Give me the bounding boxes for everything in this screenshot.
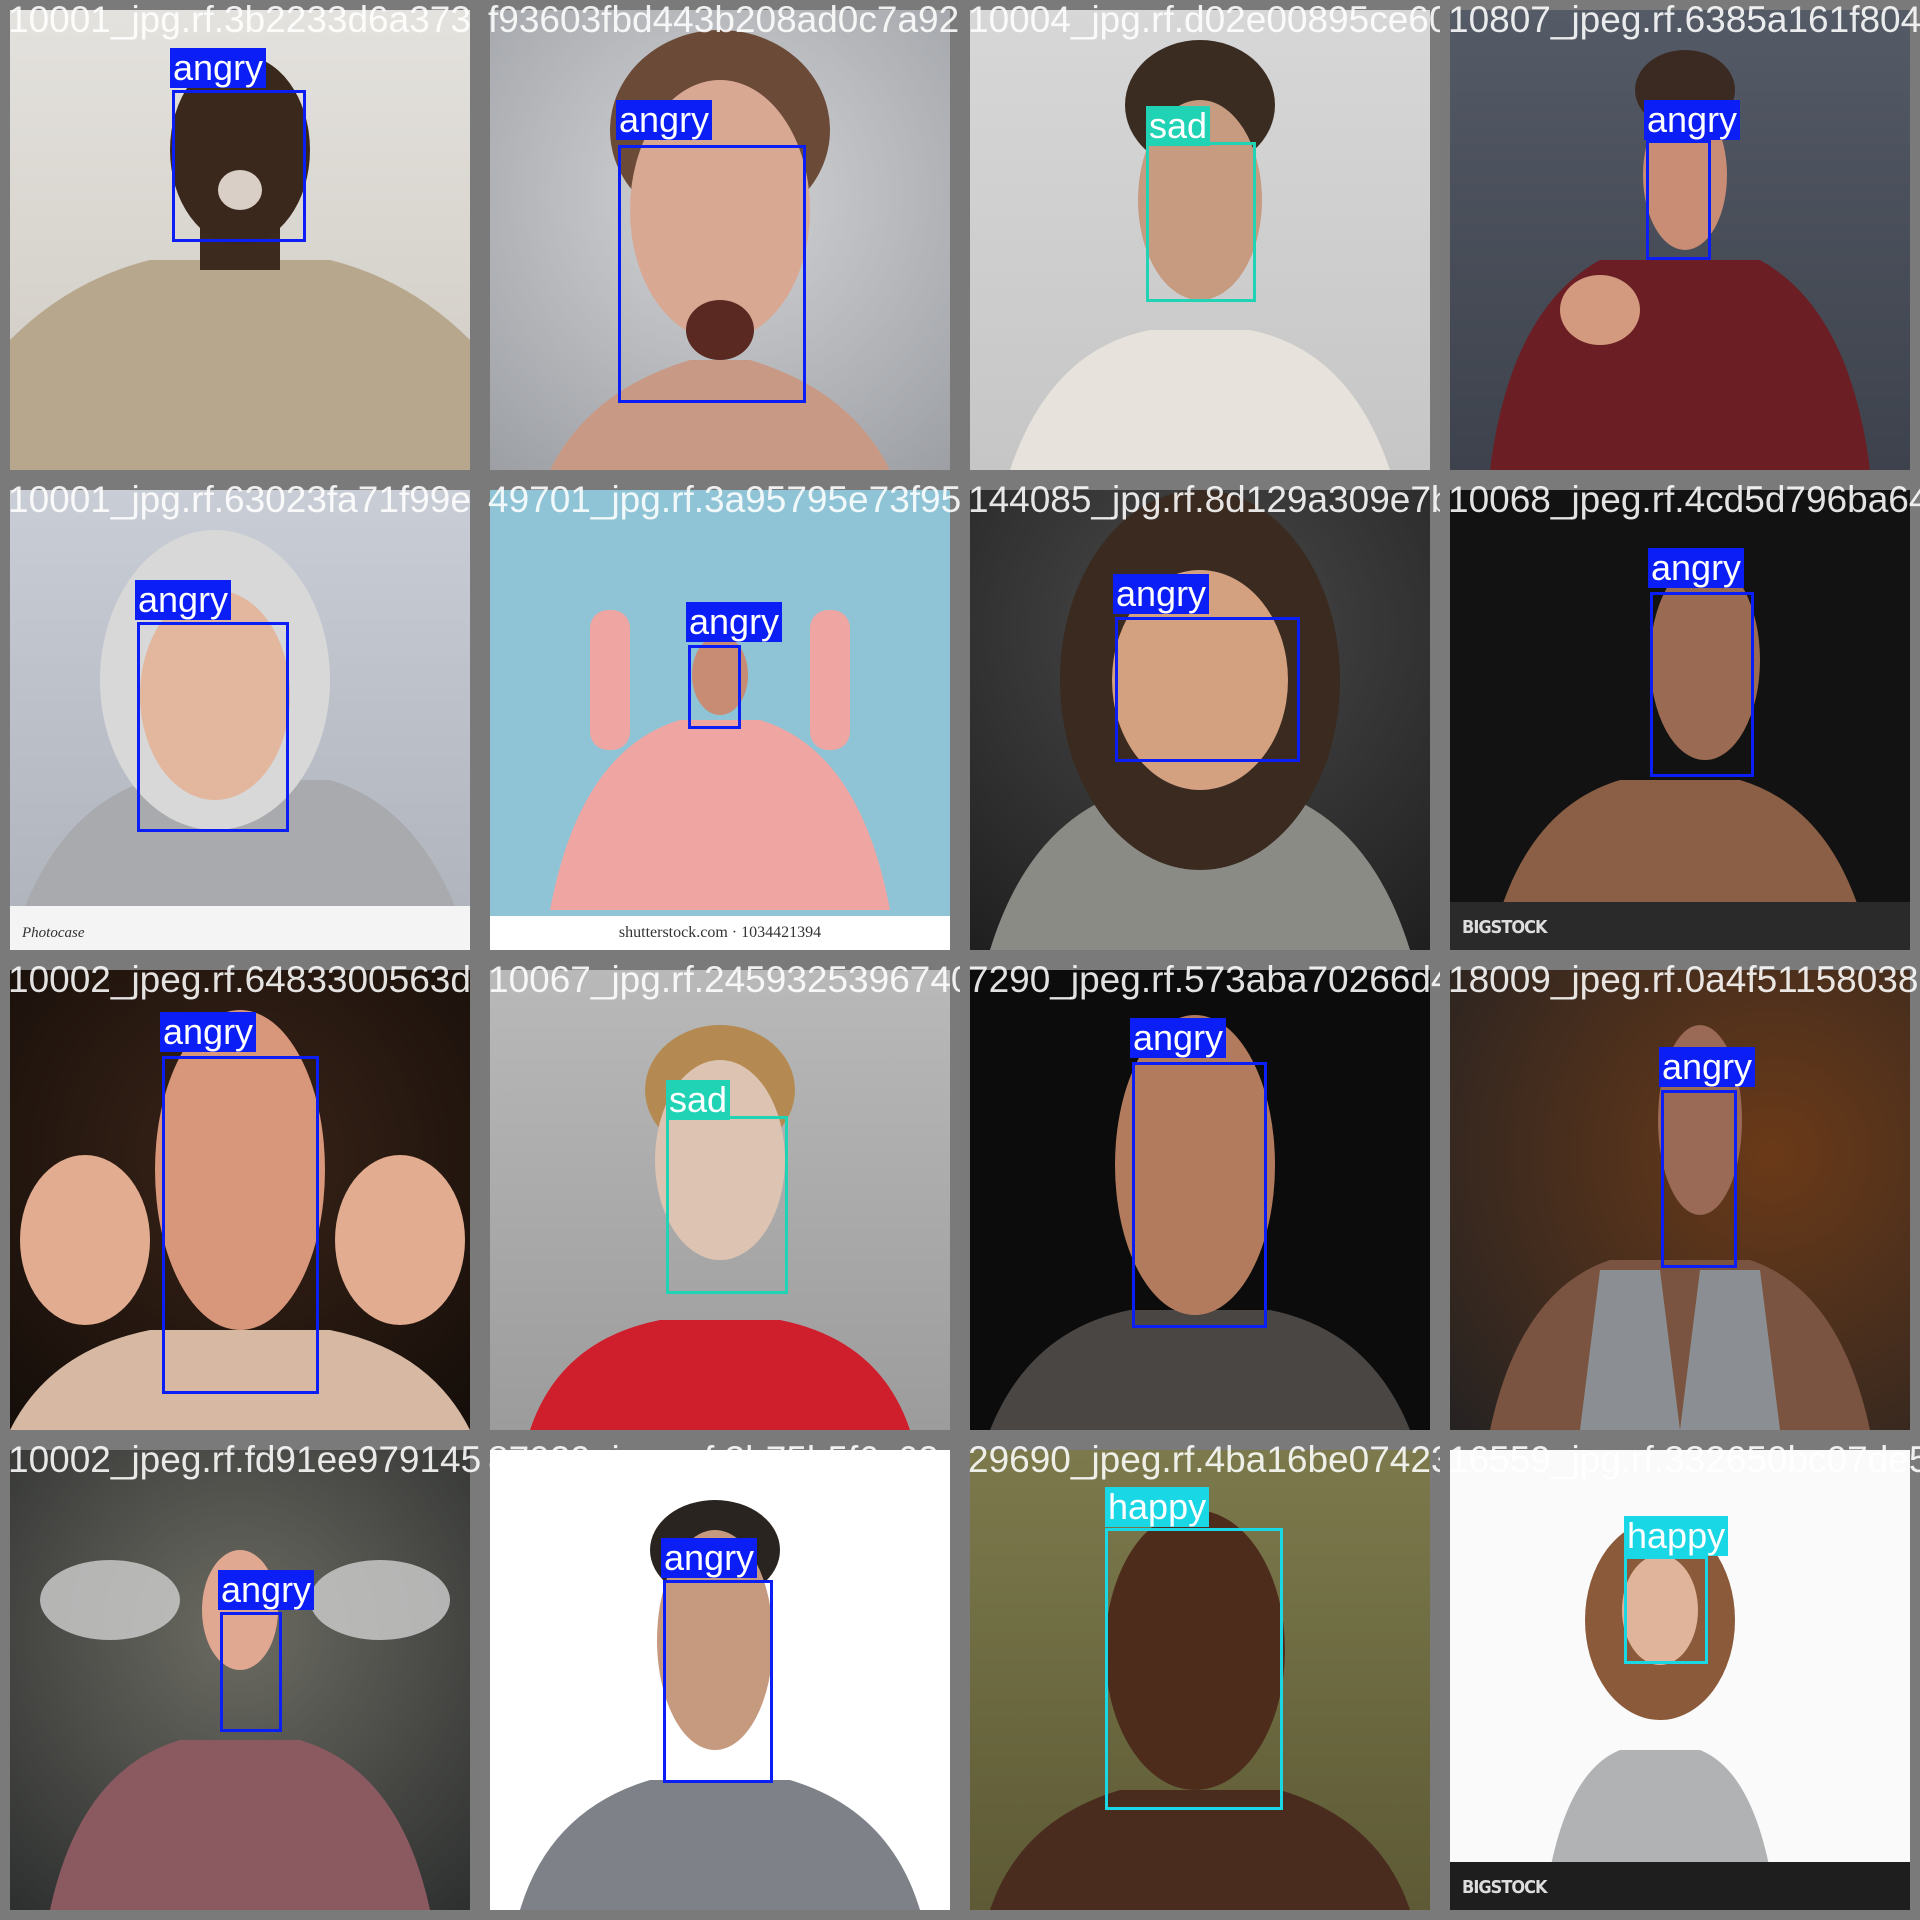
class-label: angry	[1659, 1047, 1756, 1087]
bounding-box	[666, 1116, 788, 1294]
class-label: angry	[170, 48, 267, 88]
tile-6: shutterstock.com · 1034421394 49701_jpg.…	[480, 480, 960, 960]
filename-label: 10807_jpeg.rf.6385a161f804c	[1448, 0, 1920, 40]
tile-4: 10807_jpeg.rf.6385a161f804c angry	[1440, 0, 1920, 480]
bounding-box	[688, 645, 741, 729]
filename-label: 16559_jpg.rf.332650bc07de58	[1448, 1440, 1920, 1480]
filename-label: 87029_jpeg.rf.3b75b5f6c62	[488, 1440, 939, 1480]
tile-11: 7290_jpeg.rf.573aba70266d42 angry	[960, 960, 1440, 1440]
tile-12: 18009_jpeg.rf.0a4f51158038 angry	[1440, 960, 1920, 1440]
bounding-box	[1661, 1090, 1737, 1268]
tile-1: 10001_jpg.rf.3b2233d6a373 angry	[0, 0, 480, 480]
filename-label: 10068_jpeg.rf.4cd5d796ba64	[1448, 480, 1920, 520]
tile-9: 10002_jpeg.rf.6483300563d angry	[0, 960, 480, 1440]
bounding-box	[1624, 1556, 1708, 1664]
tile-15: 29690_jpeg.rf.4ba16be074231 happy	[960, 1440, 1440, 1920]
stock-caption: shutterstock.com · 1034421394	[618, 924, 822, 941]
tile-14: 87029_jpeg.rf.3b75b5f6c62 angry	[480, 1440, 960, 1920]
class-label: happy	[1105, 1487, 1210, 1527]
class-label: angry	[1644, 100, 1741, 140]
filename-label: 10001_jpg.rf.3b2233d6a373	[8, 0, 471, 40]
stock-brand: BIGSTOCK	[1462, 917, 1548, 938]
filename-label: 29690_jpeg.rf.4ba16be074231	[968, 1440, 1440, 1480]
stock-brand: BIGSTOCK	[1462, 1877, 1548, 1898]
bounding-box	[1132, 1062, 1267, 1328]
filename-label: 10002_jpeg.rf.6483300563d	[8, 960, 471, 1000]
class-label: sad	[1146, 106, 1211, 146]
class-label: angry	[1130, 1018, 1227, 1058]
bounding-box	[220, 1612, 282, 1732]
watermark-logo: Photocase	[22, 925, 85, 941]
class-label: happy	[1624, 1516, 1729, 1556]
detection-grid: 10001_jpg.rf.3b2233d6a373 angry f93603fb…	[0, 0, 1920, 1920]
tile-10: 10067_jpg.rf.2459325396740 sad	[480, 960, 960, 1440]
filename-label: 144085_jpg.rf.8d129a309e7bf85	[968, 480, 1440, 520]
filename-label: 7290_jpeg.rf.573aba70266d42	[968, 960, 1440, 1000]
bounding-box	[137, 622, 289, 832]
class-label: sad	[666, 1080, 731, 1120]
tile-5: Photocase 10001_jpg.rf.63023fa71f99e ang…	[0, 480, 480, 960]
bounding-box	[618, 145, 806, 403]
bounding-box	[1646, 140, 1711, 260]
class-label: angry	[218, 1570, 315, 1610]
filename-label: f93603fbd443b208ad0c7a92b7	[488, 0, 960, 40]
tile-7: 144085_jpg.rf.8d129a309e7bf85 angry	[960, 480, 1440, 960]
class-label: angry	[616, 100, 713, 140]
class-label: angry	[160, 1012, 257, 1052]
tile-13: 10002_jpeg.rf.fd91ee979145 angry	[0, 1440, 480, 1920]
bounding-box	[1650, 592, 1754, 777]
tile-16: BIGSTOCK 16559_jpg.rf.332650bc07de58 hap…	[1440, 1440, 1920, 1920]
bounding-box	[1115, 617, 1300, 762]
filename-label: 49701_jpg.rf.3a95795e73f95	[488, 480, 960, 520]
tile-8: BIGSTOCK 10068_jpeg.rf.4cd5d796ba64 angr…	[1440, 480, 1920, 960]
class-label: angry	[135, 580, 232, 620]
bounding-box	[663, 1580, 773, 1783]
class-label: angry	[1113, 574, 1210, 614]
bounding-box	[172, 90, 306, 242]
class-label: angry	[1648, 548, 1745, 588]
filename-label: 10002_jpeg.rf.fd91ee979145	[8, 1440, 480, 1480]
bounding-box	[162, 1056, 319, 1394]
tile-2: f93603fbd443b208ad0c7a92b7 angry	[480, 0, 960, 480]
filename-label: 10001_jpg.rf.63023fa71f99e	[8, 480, 471, 520]
tile-3: 10004_jpg.rf.d02e00895ce60 sad	[960, 0, 1440, 480]
class-label: angry	[686, 602, 783, 642]
filename-label: 10067_jpg.rf.2459325396740	[488, 960, 960, 1000]
filename-label: 18009_jpeg.rf.0a4f51158038	[1448, 960, 1919, 1000]
bounding-box	[1146, 142, 1256, 302]
class-label: angry	[661, 1538, 758, 1578]
filename-label: 10004_jpg.rf.d02e00895ce60	[968, 0, 1440, 40]
bounding-box	[1105, 1528, 1283, 1810]
